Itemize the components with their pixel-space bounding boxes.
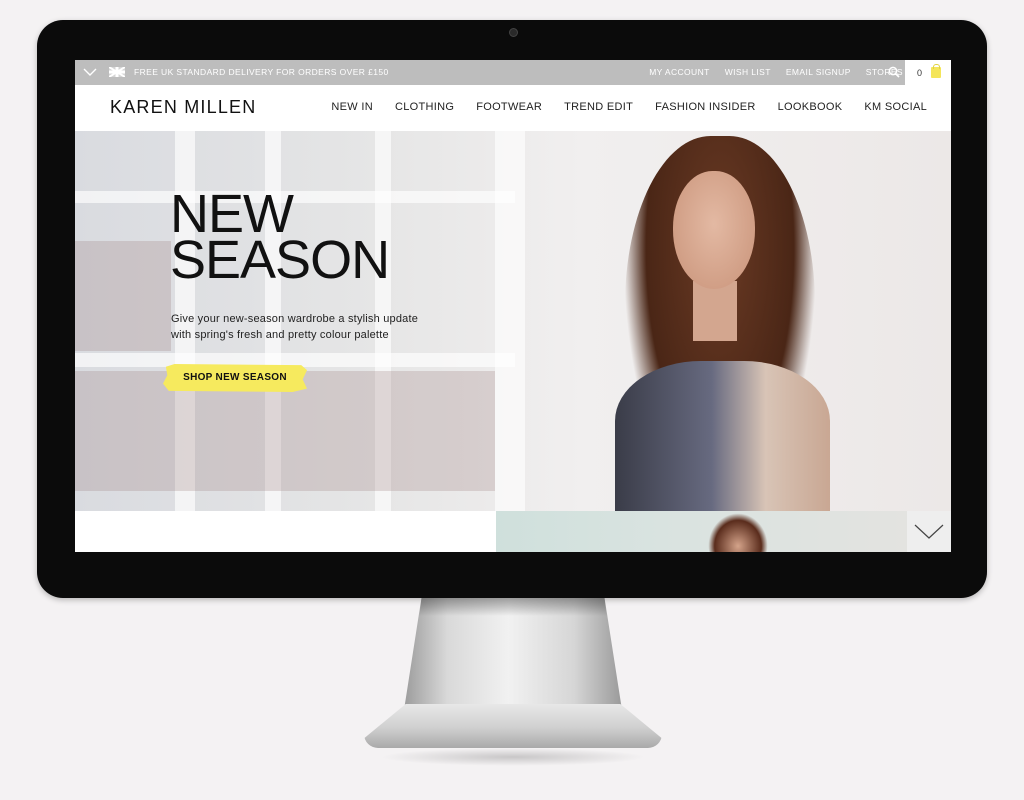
delivery-promo[interactable]: FREE UK STANDARD DELIVERY FOR ORDERS OVE… bbox=[134, 67, 389, 77]
hero-subcopy: Give your new-season wardrobe a stylish … bbox=[171, 311, 431, 343]
nav-km-social[interactable]: KM SOCIAL bbox=[864, 101, 927, 113]
headline-line-2: SEASON bbox=[170, 230, 390, 290]
preview-model bbox=[708, 513, 768, 552]
scroll-down-chevron-icon bbox=[914, 524, 944, 539]
model-outfit bbox=[615, 361, 830, 511]
shop-new-season-button[interactable]: SHOP NEW SEASON bbox=[163, 364, 307, 392]
subcopy-line-2: with spring's fresh and pretty colour pa… bbox=[171, 329, 389, 341]
wish-list-link[interactable]: WISH LIST bbox=[725, 67, 771, 77]
nav-fashion-insider[interactable]: FASHION INSIDER bbox=[655, 101, 755, 113]
hero-headline: NEW SEASON bbox=[170, 187, 390, 290]
foot-shadow bbox=[380, 748, 646, 766]
subcopy-line-1: Give your new-season wardrobe a stylish … bbox=[171, 313, 419, 325]
monitor-foot bbox=[364, 704, 662, 748]
window-frame bbox=[75, 353, 515, 367]
utility-bar: FREE UK STANDARD DELIVERY FOR ORDERS OVE… bbox=[75, 60, 951, 85]
nav-new-in[interactable]: NEW IN bbox=[331, 101, 373, 113]
window-frame bbox=[495, 131, 525, 511]
cart-button[interactable]: 0 bbox=[905, 60, 951, 85]
uk-flag-icon[interactable] bbox=[109, 67, 125, 77]
shopping-bag-icon bbox=[931, 64, 941, 78]
model-face bbox=[673, 171, 755, 289]
my-account-link[interactable]: MY ACCOUNT bbox=[649, 67, 710, 77]
preview-image[interactable] bbox=[496, 511, 907, 552]
scroll-down-button[interactable] bbox=[907, 511, 951, 552]
model-neck bbox=[693, 281, 737, 341]
chevron-down-icon[interactable] bbox=[83, 66, 97, 78]
main-nav: NEW IN CLOTHING FOOTWEAR TREND EDIT FASH… bbox=[309, 101, 927, 113]
account-links: MY ACCOUNT WISH LIST EMAIL SIGNUP STORES bbox=[634, 67, 903, 77]
next-section-preview bbox=[75, 511, 951, 552]
nav-footwear[interactable]: FOOTWEAR bbox=[476, 101, 542, 113]
stand-shadow bbox=[419, 598, 607, 616]
model-photo bbox=[605, 131, 835, 511]
camera-icon bbox=[509, 28, 518, 37]
email-signup-link[interactable]: EMAIL SIGNUP bbox=[786, 67, 851, 77]
website-screen: FREE UK STANDARD DELIVERY FOR ORDERS OVE… bbox=[75, 60, 951, 552]
background-building bbox=[75, 241, 171, 351]
nav-trend-edit[interactable]: TREND EDIT bbox=[564, 101, 633, 113]
search-icon[interactable] bbox=[888, 66, 900, 78]
hero-banner[interactable]: NEW SEASON Give your new-season wardrobe… bbox=[75, 131, 951, 511]
brand-logo[interactable]: KAREN MILLEN bbox=[110, 97, 256, 118]
site-header: KAREN MILLEN NEW IN CLOTHING FOOTWEAR TR… bbox=[75, 85, 951, 131]
cart-count: 0 bbox=[917, 68, 923, 78]
nav-lookbook[interactable]: LOOKBOOK bbox=[778, 101, 843, 113]
nav-clothing[interactable]: CLOTHING bbox=[395, 101, 454, 113]
